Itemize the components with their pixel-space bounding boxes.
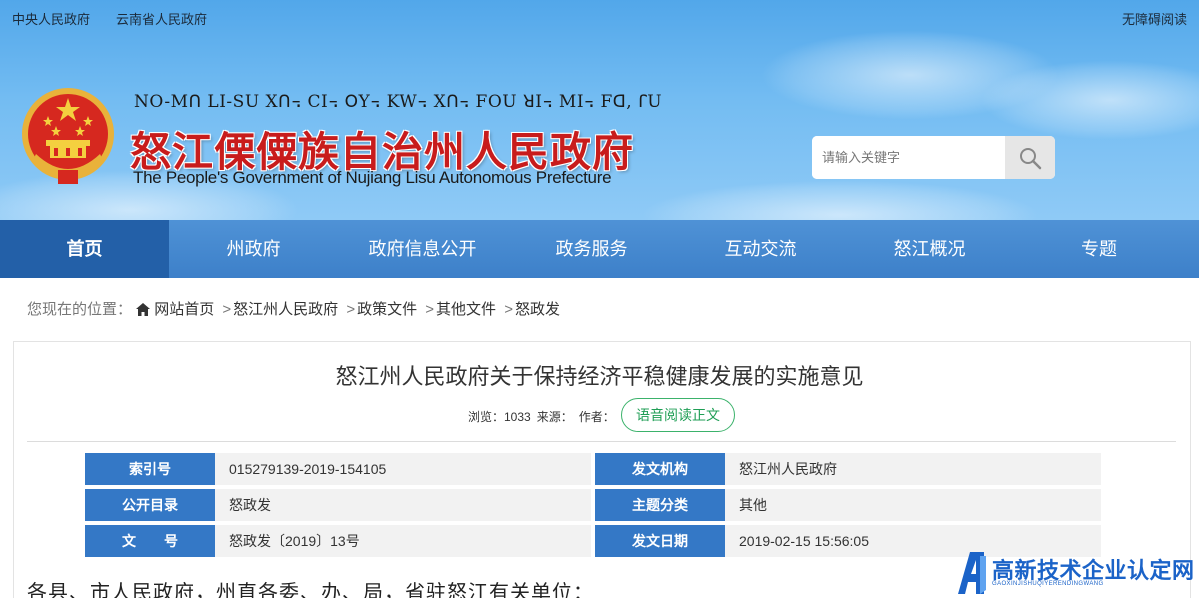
breadcrumb-item-other-documents[interactable]: 其他文件 [436,301,496,318]
search-input[interactable] [812,136,1005,179]
info-label-subject-category: 主题分类 [595,489,725,521]
info-label-index-number: 索引号 [85,453,215,485]
header-cloud-decoration [640,180,1040,220]
article-body-first-line: 各县、市人民政府，州直各委、办、局，省驻怒江有关单位： [27,582,594,598]
source-label: 来源： [536,410,573,424]
breadcrumb-item-government[interactable]: 怒江州人民政府 [233,301,338,318]
main-nav: 首页 州政府 政府信息公开 政务服务 互动交流 怒江概况 专题 [0,220,1199,278]
info-value-catalog: 怒政发 [215,489,591,521]
breadcrumb-separator: > [504,301,513,318]
link-central-government[interactable]: 中央人民政府 [12,9,90,28]
article-meta: 浏览：1033 来源： 作者： [468,408,621,425]
lisu-script-title: NO-Mꓵ LI-SU Xꓵ꓾ CI꓾ ꓳY꓾ KW꓾ Xꓵ꓾ FOU ꓤI꓾ … [134,92,663,112]
top-bar: 中央人民政府 云南省人民政府 无障碍阅读 [0,0,1199,32]
info-label-document-number: 文 号 [85,525,215,557]
breadcrumb-item-policy-documents[interactable]: 政策文件 [357,301,417,318]
info-value-issuing-agency: 怒江州人民政府 [725,453,1101,485]
site-header: 中央人民政府 云南省人民政府 无障碍阅读 NO-Mꓵ LI-SU Xꓵ꓾ CI꓾… [0,0,1199,220]
title-divider [27,441,1176,442]
nav-item-topics[interactable]: 专题 [1014,220,1184,278]
nav-item-government-services[interactable]: 政务服务 [507,220,676,278]
watermark-subtext: GAOXINJISHUQIYERENDINGWANG [992,581,1104,587]
link-yunnan-government[interactable]: 云南省人民政府 [116,9,207,28]
breadcrumb-item-nuzhengfa[interactable]: 怒政发 [515,301,560,318]
article-title: 怒江州人民政府关于保持经济平稳健康发展的实施意见 [335,364,864,389]
watermark: 高新技术企业认定网 GAOXINJISHUQIYERENDINGWANG [954,549,1199,598]
breadcrumb-separator: > [222,301,232,318]
national-emblem-icon [18,84,118,188]
watermark-logo-icon [958,552,986,594]
author-label: 作者： [578,410,615,424]
breadcrumb: 您现在的位置： 网站首页 > 怒江州人民政府 > 政策文件 > 其他文件 > 怒政发 [27,298,560,319]
search-icon [1020,148,1042,170]
nav-item-nujiang-overview[interactable]: 怒江概况 [845,220,1014,278]
nav-item-prefecture-government[interactable]: 州政府 [169,220,338,278]
read-aloud-button[interactable]: 语音阅读正文 [621,398,735,432]
info-value-index-number: 015279139-2019-154105 [215,453,591,485]
home-icon [136,303,151,316]
breadcrumb-prefix: 您现在的位置： [27,301,133,318]
accessibility-link[interactable]: 无障碍阅读 [1122,9,1187,28]
info-label-issuing-agency: 发文机构 [595,453,725,485]
breadcrumb-separator: > [425,301,435,318]
nav-item-info-disclosure[interactable]: 政府信息公开 [338,220,507,278]
breadcrumb-item-home[interactable]: 网站首页 [154,301,214,318]
info-value-document-number: 怒政发〔2019〕13号 [215,525,591,557]
nav-item-home[interactable]: 首页 [0,220,169,278]
info-label-issue-date: 发文日期 [595,525,725,557]
search-button[interactable] [1005,136,1055,179]
info-label-catalog: 公开目录 [85,489,215,521]
view-count: 浏览：1033 [468,410,531,424]
info-value-subject-category: 其他 [725,489,1101,521]
search-box [812,136,1055,179]
nav-item-interaction[interactable]: 互动交流 [676,220,845,278]
site-subtitle: The People's Government of Nujiang Lisu … [133,168,612,187]
breadcrumb-separator: > [346,301,356,318]
